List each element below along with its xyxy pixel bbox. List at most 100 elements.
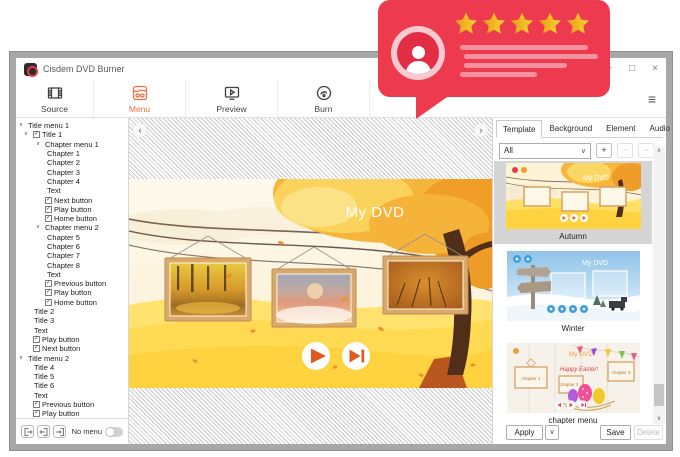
tree-item[interactable]: ✓Previous button [16,279,128,288]
toolbar-preview-button[interactable]: Preview [186,80,278,117]
chevron-down-icon[interactable]: ∨ [36,223,45,232]
arrow-left-button[interactable] [37,425,50,438]
template-item-winter[interactable]: My DVD [494,249,652,336]
checkbox-icon[interactable]: ✓ [33,345,40,352]
tree-item[interactable]: Chapter 2 [16,158,128,167]
tree-item[interactable]: Text [16,186,128,195]
tree-item[interactable]: Chapter 3 [16,167,128,176]
tree-item[interactable]: Title 5 [16,372,128,381]
tree-item[interactable]: ✓Home button [16,298,128,307]
close-icon[interactable]: × [652,64,658,74]
template-scrollbar[interactable]: ∧ ∨ [653,146,665,424]
svg-text:chapter 3: chapter 3 [611,370,630,375]
winter-thumbnail: My DVD [507,251,640,321]
toolbar-source-button[interactable]: Source [16,80,94,117]
menu-template-icon [130,83,150,103]
svg-text:My DVD: My DVD [568,351,593,358]
checkbox-icon[interactable]: ✓ [33,410,40,417]
toolbar-label: Burn [315,104,333,114]
toolbar-label: Preview [216,104,246,114]
tree-item[interactable]: ∨Title menu 1 [16,121,128,130]
tree-item[interactable]: ✓Previous button [16,400,128,409]
template-category-select[interactable]: All ∨ [499,143,591,159]
template-item-autumn[interactable]: My DVD [494,161,652,244]
tree-item[interactable]: Text [16,326,128,335]
tab-audio[interactable]: Audio [643,120,677,137]
tree-item[interactable]: ✓Play button [16,409,128,418]
tree-item[interactable]: Chapter 4 [16,177,128,186]
checkbox-icon[interactable]: ✓ [33,401,40,408]
tree-item[interactable]: Title 4 [16,363,128,372]
tree-item[interactable]: Chapter 7 [16,251,128,260]
chevron-down-icon[interactable]: ∨ [24,130,33,139]
checkbox-icon[interactable]: ✓ [33,131,40,138]
tree-item[interactable]: ✓Home button [16,214,128,223]
chevron-down-icon[interactable]: ∨ [19,121,28,130]
scroll-down-icon[interactable]: ∨ [653,414,665,424]
arrow-out-button[interactable] [21,425,34,438]
tree-item[interactable]: Title 6 [16,381,128,390]
star-icon [454,11,478,35]
tree-item[interactable]: ✓Next button [16,195,128,204]
menu-preview-canvas[interactable]: ‹ › [129,118,492,444]
tree-item[interactable]: ✓Play button [16,288,128,297]
tree-item[interactable]: Text [16,270,128,279]
scroll-up-icon[interactable]: ∧ [653,146,665,156]
remove-template-button[interactable]: − [617,143,633,158]
tab-background[interactable]: Background [542,120,599,137]
window-controls: − □ × [606,64,658,74]
no-menu-toggle[interactable] [105,427,123,437]
five-star-rating [454,11,590,35]
tree-item[interactable]: ✓Play button [16,205,128,214]
next-menu-arrow[interactable]: › [474,123,488,137]
checkbox-icon[interactable]: ✓ [45,280,52,287]
tree-item[interactable]: ∨✓Title 1 [16,130,128,139]
play-button [302,342,330,370]
add-template-button[interactable]: + [596,143,612,158]
tree-item[interactable]: Title 2 [16,307,128,316]
tree-item[interactable]: ∨Chapter menu 2 [16,223,128,232]
save-button[interactable]: Save [600,425,631,440]
toolbar-burn-button[interactable]: Burn [278,80,370,117]
tree-item[interactable]: Chapter 8 [16,260,128,269]
checkbox-icon[interactable]: ✓ [45,206,52,213]
scrollbar-thumb[interactable] [654,384,664,406]
edit-template-button[interactable]: − [638,143,654,158]
chevron-down-icon[interactable]: ∨ [19,354,28,363]
toolbar-menu-button[interactable]: Menu [94,80,186,117]
template-footer-bar: Apply ∨ Save Delete [493,425,666,442]
checkbox-icon[interactable]: ✓ [45,299,52,306]
template-name: chapter menu [494,416,652,424]
checkbox-icon[interactable]: ✓ [45,197,52,204]
tab-element[interactable]: Element [599,120,642,137]
hamburger-menu-icon[interactable]: ≡ [648,91,656,107]
checkbox-icon[interactable]: ✓ [45,289,52,296]
prev-menu-arrow[interactable]: ‹ [133,123,147,137]
autumn-menu-preview[interactable]: My DVD [129,179,492,388]
menu-title-text[interactable]: My DVD [346,204,405,221]
template-item-chapter-menu[interactable]: My DVD Happy Easter! chapter 1 chapter 3… [494,341,652,424]
star-icon [538,11,562,35]
checkbox-icon[interactable]: ✓ [33,336,40,343]
apply-options-button[interactable]: ∨ [545,425,559,440]
tree-item[interactable]: ∨Title menu 2 [16,353,128,362]
svg-text:Happy Easter!: Happy Easter! [559,367,597,373]
tree-item[interactable]: ∨Chapter menu 1 [16,140,128,149]
checkbox-icon[interactable]: ✓ [45,215,52,222]
tree-item[interactable]: Title 3 [16,316,128,325]
chevron-down-icon[interactable]: ∨ [36,140,45,149]
tree-item[interactable]: ✓Play button [16,335,128,344]
tree-footer-bar: No menu [16,418,128,444]
review-text-line [460,72,537,77]
tree-item[interactable]: ✓Next button [16,344,128,353]
tree-item[interactable]: Text [16,391,128,400]
tree-item[interactable]: Chapter 5 [16,233,128,242]
maximize-icon[interactable]: □ [629,64,635,74]
tab-template[interactable]: Template [496,120,542,138]
arrow-in-button[interactable] [53,425,66,438]
delete-button[interactable]: Delete [634,425,663,440]
tree-item[interactable]: Chapter 6 [16,242,128,251]
tree-item[interactable]: Chapter 1 [16,149,128,158]
apply-button[interactable]: Apply [506,425,543,440]
template-name: Autumn [494,232,652,241]
